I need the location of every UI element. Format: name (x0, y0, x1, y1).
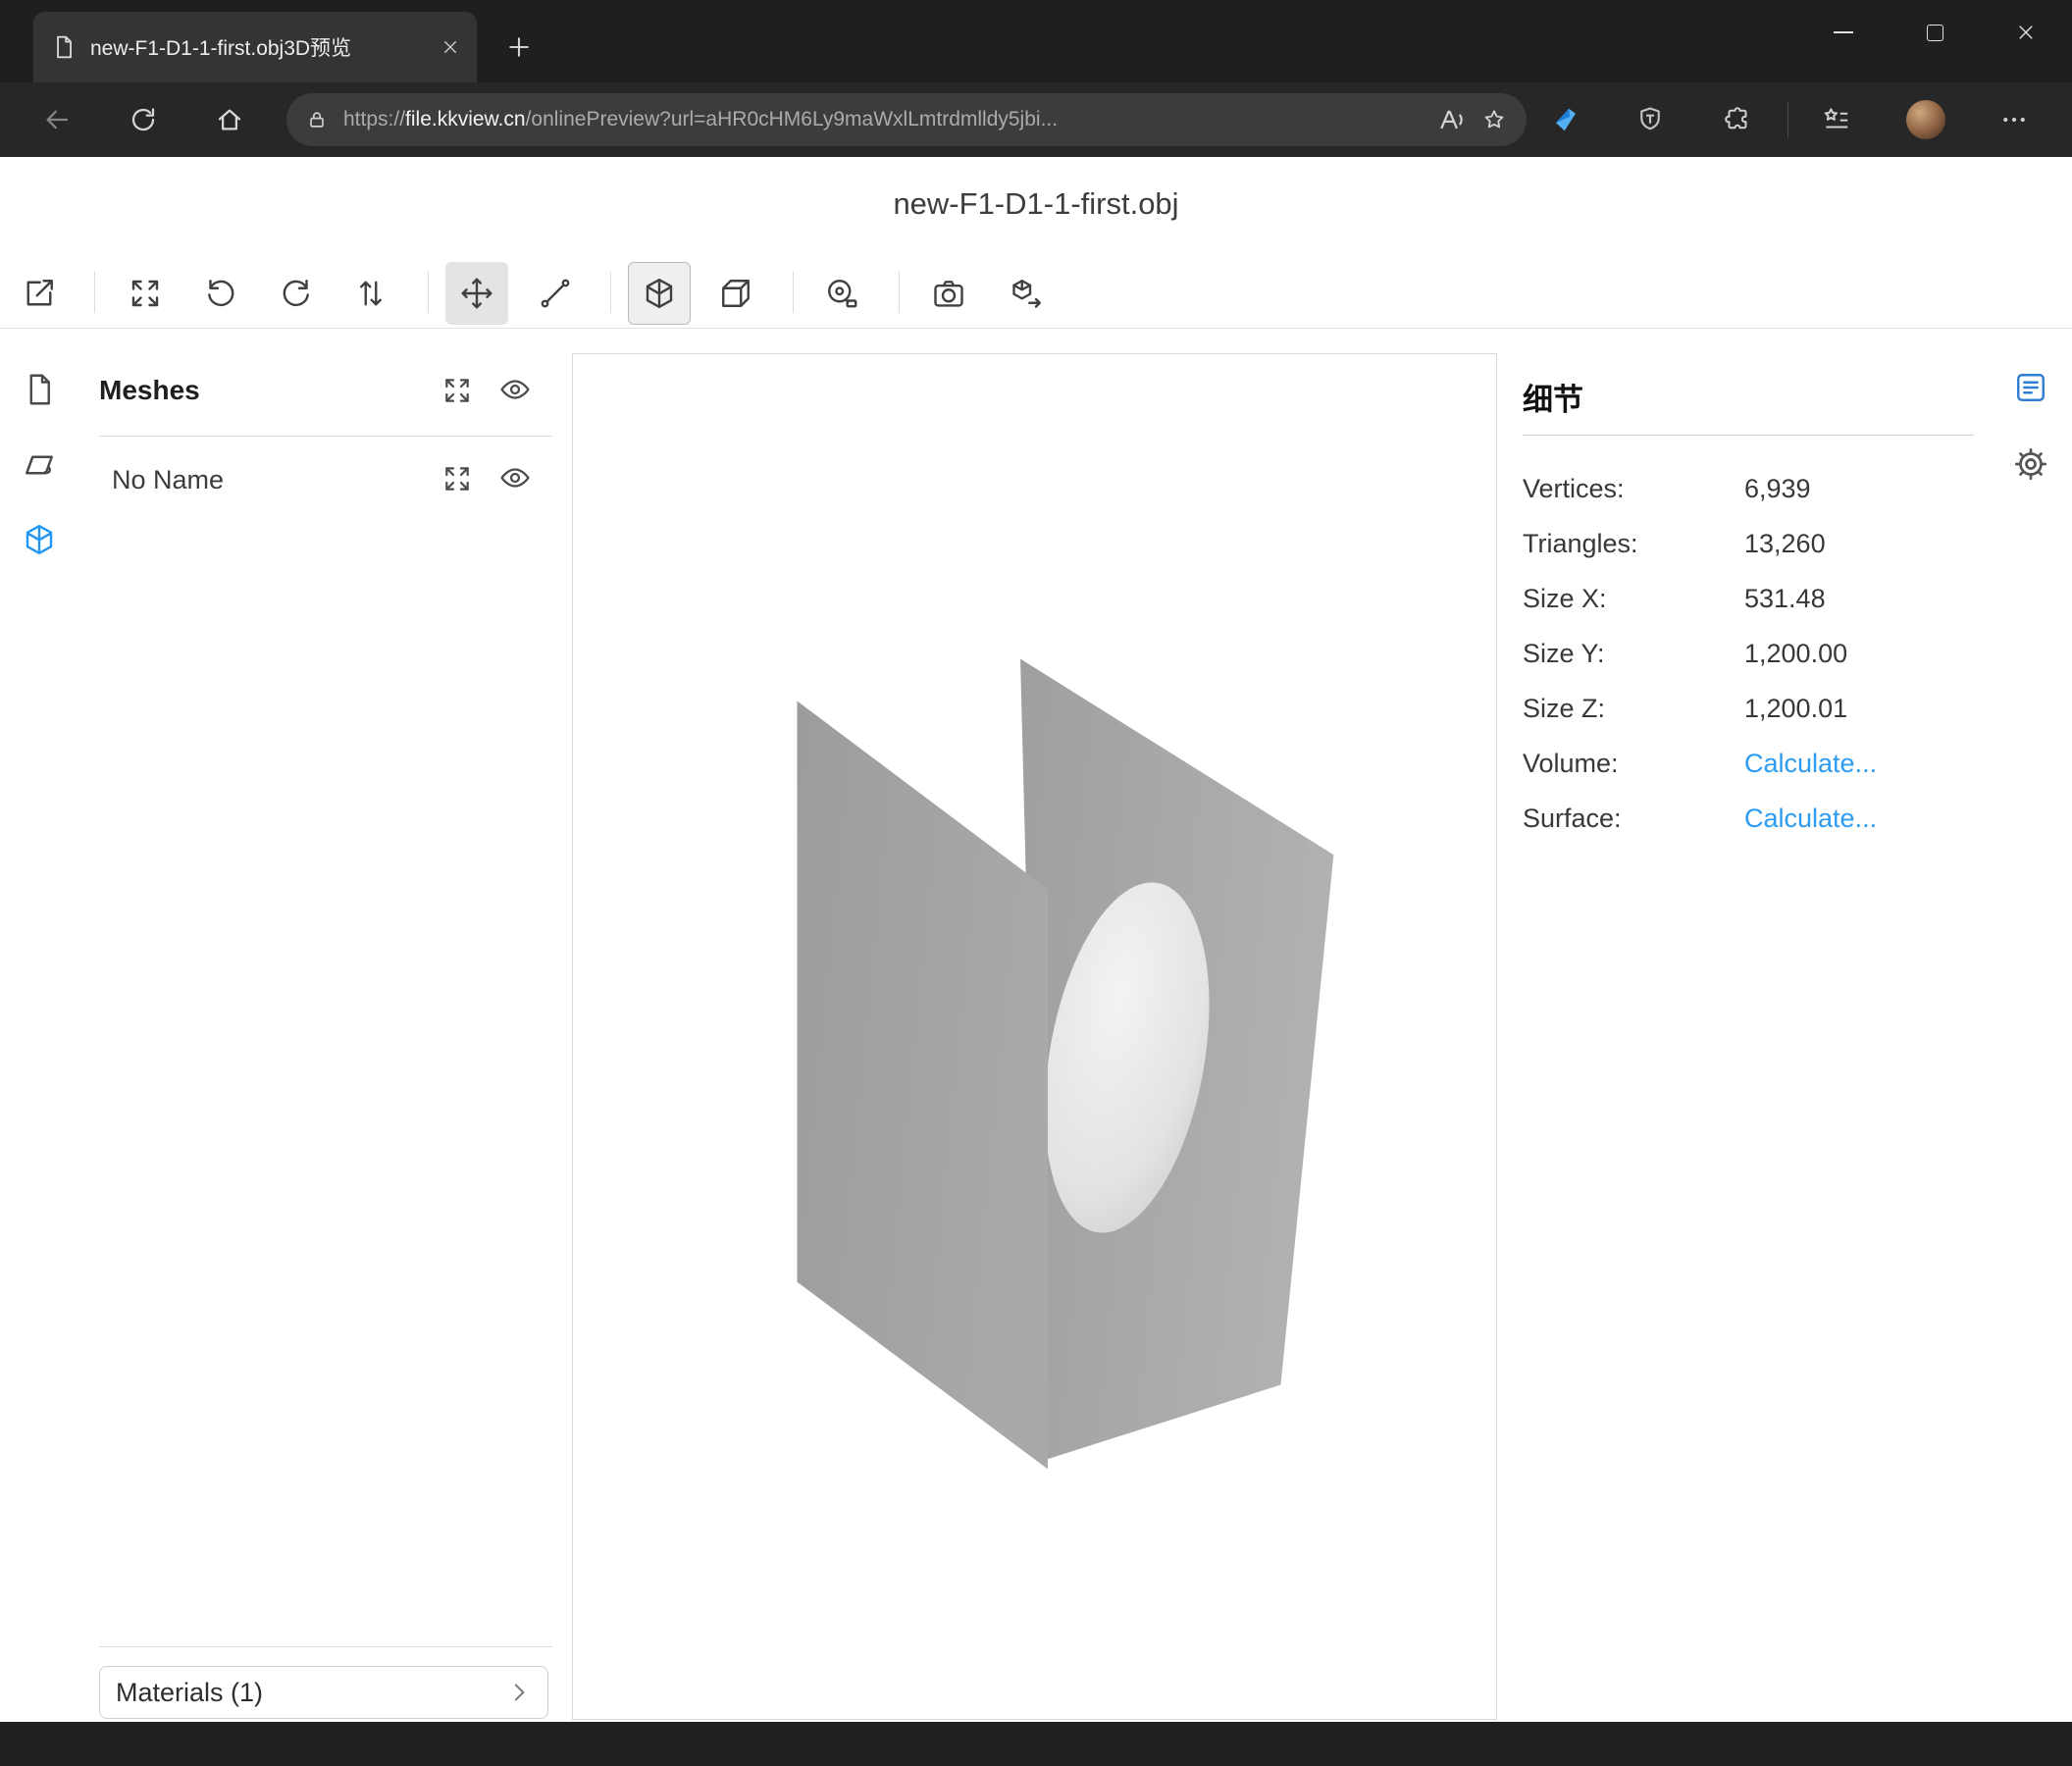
vertices-value: 6,939 (1744, 474, 1811, 504)
perspective-view-icon[interactable] (628, 262, 691, 325)
open-file-icon[interactable] (8, 262, 71, 325)
size-z-value: 1,200.01 (1744, 694, 1847, 724)
divider (99, 436, 552, 437)
surface-calculate-link[interactable]: Calculate... (1744, 804, 1877, 834)
tab-title: new-F1-D1-1-first.obj3D预览 (90, 32, 428, 62)
fit-mesh-icon[interactable] (441, 375, 473, 406)
materials-icon[interactable] (22, 447, 57, 483)
mesh-item-eye-icon[interactable] (498, 461, 532, 494)
navbar-separator (1787, 102, 1788, 137)
minimize-button[interactable] (1811, 0, 1876, 65)
size-y-value: 1,200.00 (1744, 639, 1847, 669)
mesh-item-label[interactable]: No Name (112, 465, 224, 495)
viewport-canvas[interactable] (572, 353, 1497, 1720)
close-window-button[interactable] (1994, 0, 2058, 65)
fit-view-icon[interactable] (114, 262, 177, 325)
browser-titlebar: new-F1-D1-1-first.obj3D预览 (0, 0, 2072, 82)
model-cube-icon[interactable] (22, 522, 57, 557)
divider (1523, 435, 1974, 436)
chevron-right-icon (506, 1680, 532, 1705)
materials-button-label: Materials (1) (116, 1678, 506, 1708)
left-plane (798, 701, 1048, 1469)
meshes-header: Meshes (99, 375, 200, 406)
more-menu-icon[interactable] (1999, 105, 2029, 134)
measure-tape-icon[interactable] (810, 262, 873, 325)
volume-calculate-link[interactable]: Calculate... (1744, 749, 1877, 779)
favorite-star-icon[interactable] (1481, 107, 1507, 132)
properties-list-icon[interactable] (2013, 370, 2048, 405)
export-model-icon[interactable] (996, 262, 1059, 325)
new-tab-button[interactable] (505, 33, 533, 61)
detail-row: Vertices:6,939 (1523, 461, 1974, 516)
move-tool-icon[interactable] (445, 262, 508, 325)
read-aloud-icon[interactable] (1436, 105, 1466, 134)
shield-extension-icon[interactable] (1635, 105, 1665, 134)
maximize-button[interactable] (1902, 0, 1967, 65)
browser-tab[interactable]: new-F1-D1-1-first.obj3D预览 (33, 12, 477, 82)
divider (99, 1646, 552, 1647)
back-icon[interactable] (42, 105, 72, 134)
size-x-value: 531.48 (1744, 584, 1826, 614)
page-title: new-F1-D1-1-first.obj (0, 186, 2072, 222)
close-icon (2016, 23, 2036, 42)
detail-row: Size Y:1,200.00 (1523, 626, 1974, 681)
fit-mesh-item-icon[interactable] (441, 463, 473, 494)
refresh-icon[interactable] (129, 105, 158, 134)
home-icon[interactable] (215, 105, 244, 134)
address-bar[interactable]: https://file.kkview.cn/onlinePreview?url… (286, 93, 1527, 146)
detail-row: Surface:Calculate... (1523, 791, 1974, 846)
blue-extension-icon[interactable] (1551, 105, 1580, 134)
browser-window: new-F1-D1-1-first.obj3D预览 (0, 0, 2072, 1766)
detail-row: Size Z:1,200.01 (1523, 681, 1974, 736)
lock-icon (306, 109, 328, 130)
extensions-puzzle-icon[interactable] (1723, 105, 1752, 134)
bottom-bar (0, 1722, 2072, 1766)
url-text: https://file.kkview.cn/onlinePreview?url… (343, 108, 1421, 131)
settings-gear-icon[interactable] (2013, 446, 2048, 482)
orthographic-view-icon[interactable] (704, 262, 767, 325)
materials-button[interactable]: Materials (1) (99, 1666, 548, 1719)
meshes-panel: Meshes No Name Materials (1) (99, 353, 552, 1722)
model-render (573, 354, 1496, 1719)
detail-row: Size X:531.48 (1523, 571, 1974, 626)
detail-row: Triangles:13,260 (1523, 516, 1974, 571)
browser-navbar: https://file.kkview.cn/onlinePreview?url… (0, 82, 2072, 157)
detail-row: Volume:Calculate... (1523, 736, 1974, 791)
triangles-value: 13,260 (1744, 529, 1826, 559)
page-document-icon (51, 34, 77, 60)
rotate-left-icon[interactable] (189, 262, 252, 325)
measure-line-icon[interactable] (524, 262, 587, 325)
visibility-eye-icon[interactable] (498, 373, 532, 406)
flip-vertical-icon[interactable] (339, 262, 402, 325)
details-header: 细节 (1523, 353, 1974, 419)
tab-close-icon[interactable] (441, 38, 459, 56)
rotate-right-icon[interactable] (265, 262, 328, 325)
details-panel: 细节 Vertices:6,939 Triangles:13,260 Size … (1523, 353, 1974, 846)
profile-avatar[interactable] (1906, 100, 1945, 139)
viewer-toolbar (0, 259, 2072, 329)
favorites-bar-icon[interactable] (1822, 105, 1851, 134)
file-info-icon[interactable] (22, 372, 57, 407)
screenshot-camera-icon[interactable] (917, 262, 980, 325)
